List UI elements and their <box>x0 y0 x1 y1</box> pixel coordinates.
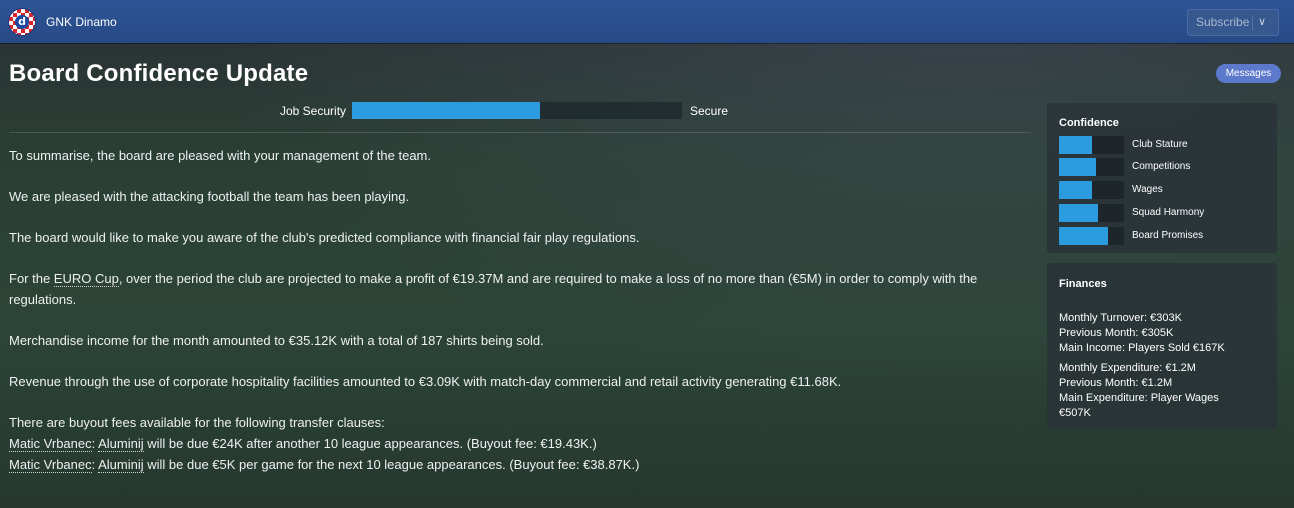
confidence-label: Club Stature <box>1132 139 1188 150</box>
confidence-row-competitions[interactable]: Competitions <box>1059 158 1269 176</box>
club-crest-icon[interactable]: d <box>8 8 36 36</box>
confidence-bar-fill <box>1059 227 1109 245</box>
confidence-title: Confidence <box>1059 117 1119 129</box>
job-security-value: Secure <box>690 104 729 118</box>
top-bar: d GNK Dinamo Subscribe ∨ <box>0 0 1294 43</box>
confidence-bar-fill <box>1059 136 1092 154</box>
ffp-text-start: For the <box>9 271 54 286</box>
ffp-paragraph: For the EURO Cup, over the period the cl… <box>9 268 1031 310</box>
finance-line: Main Expenditure: Player Wages <box>1059 392 1219 404</box>
confidence-label: Wages <box>1132 184 1163 195</box>
confidence-bar-fill <box>1059 158 1097 176</box>
confidence-panel: Confidence Club Stature Competitions Wag… <box>1047 103 1277 253</box>
clause-text: will be due €5K per game for the next 10… <box>143 457 640 472</box>
report-paragraph: There are buyout fees available for the … <box>9 415 385 430</box>
finances-title: Finances <box>1059 278 1107 290</box>
club-name[interactable]: GNK Dinamo <box>46 15 117 29</box>
confidence-bar <box>1059 181 1124 199</box>
confidence-label: Squad Harmony <box>1132 207 1205 218</box>
confidence-row-board-promises[interactable]: Board Promises <box>1059 227 1269 245</box>
confidence-bar-fill <box>1059 204 1098 222</box>
finance-line: Main Income: Players Sold €167K <box>1059 342 1225 354</box>
subscribe-divider <box>1252 15 1253 31</box>
club-link[interactable]: Aluminij <box>98 457 144 473</box>
job-security-fill <box>352 102 541 119</box>
competition-link[interactable]: EURO Cup <box>53 271 119 287</box>
clause-text: will be due €24K after another 10 league… <box>143 436 597 451</box>
confidence-bar <box>1059 158 1124 176</box>
report-paragraph: Revenue through the use of corporate hos… <box>9 374 842 389</box>
confidence-bar <box>1059 204 1124 222</box>
confidence-bar <box>1059 136 1124 154</box>
messages-button[interactable]: Messages <box>1216 64 1281 83</box>
subscribe-label: Subscribe <box>1196 15 1250 29</box>
clause-line: Matic Vrbanec: Aluminij will be due €5K … <box>9 454 1031 475</box>
report-paragraph: We are pleased with the attacking footba… <box>9 189 410 204</box>
page-title: Board Confidence Update <box>9 60 309 87</box>
divider <box>9 132 1031 133</box>
ffp-text-end: , over the period the club are projected… <box>9 271 978 307</box>
confidence-label: Board Promises <box>1132 230 1204 241</box>
finance-line: Monthly Expenditure: €1.2M <box>1059 362 1196 374</box>
player-link[interactable]: Matic Vrbanec <box>9 457 92 473</box>
finance-line: Previous Month: €305K <box>1059 327 1174 339</box>
finances-panel: Finances Monthly Turnover: €303K Previou… <box>1047 263 1277 429</box>
report-paragraph: The board would like to make you aware o… <box>9 230 640 245</box>
confidence-bar-fill <box>1059 181 1092 199</box>
chevron-down-icon[interactable]: ∨ <box>1258 10 1266 35</box>
confidence-bar <box>1059 227 1124 245</box>
player-link[interactable]: Matic Vrbanec <box>9 436 92 452</box>
confidence-row-squad-harmony[interactable]: Squad Harmony <box>1059 204 1269 222</box>
job-security-bar <box>352 102 682 119</box>
finance-line: €507K <box>1059 407 1091 419</box>
job-security-label: Job Security <box>280 104 347 118</box>
confidence-row-club-stature[interactable]: Club Stature <box>1059 136 1269 154</box>
report-paragraph: Merchandise income for the month amounte… <box>9 333 544 348</box>
confidence-row-wages[interactable]: Wages <box>1059 181 1269 199</box>
club-link[interactable]: Aluminij <box>98 436 144 452</box>
confidence-label: Competitions <box>1132 161 1191 172</box>
finance-line: Monthly Turnover: €303K <box>1059 312 1182 324</box>
subscribe-dropdown[interactable]: Subscribe ∨ <box>1187 9 1279 36</box>
board-report: To summarise, the board are pleased with… <box>9 145 1031 475</box>
finance-line: Previous Month: €1.2M <box>1059 377 1173 389</box>
report-paragraph: To summarise, the board are pleased with… <box>9 148 431 163</box>
clause-line: Matic Vrbanec: Aluminij will be due €24K… <box>9 433 1031 454</box>
